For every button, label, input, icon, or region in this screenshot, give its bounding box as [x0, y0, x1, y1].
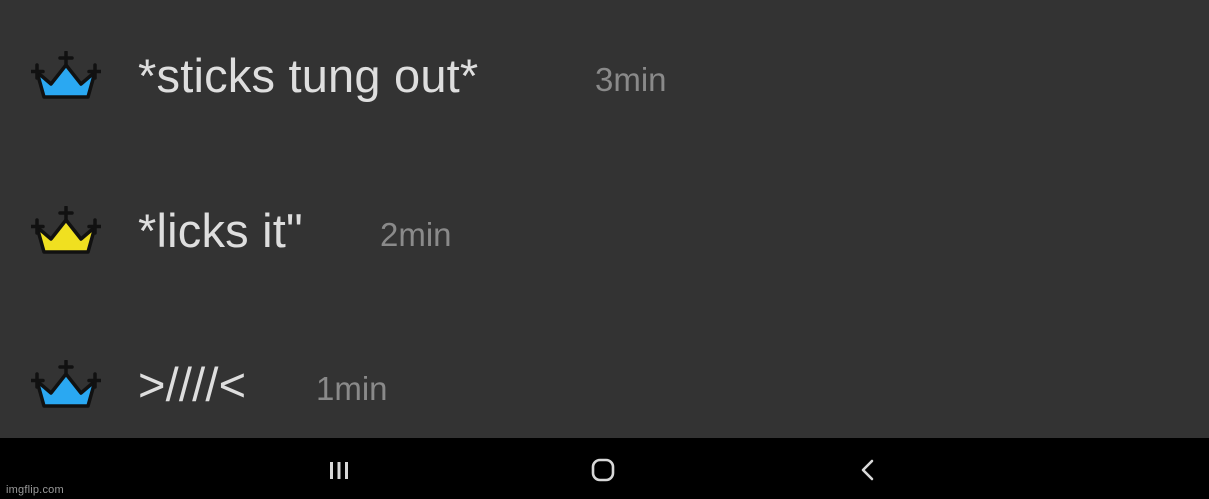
crown-icon	[31, 360, 101, 410]
screen: *sticks tung out* 3min *licks it" 2min >…	[0, 0, 1209, 499]
chat-message[interactable]: *sticks tung out* 3min	[0, 36, 1209, 116]
chat-message[interactable]: >////< 1min	[0, 345, 1209, 425]
chat-message[interactable]: *licks it" 2min	[0, 191, 1209, 271]
back-icon	[861, 459, 874, 481]
home-icon	[591, 458, 615, 482]
crown-icon	[31, 51, 101, 101]
message-timestamp: 2min	[380, 216, 452, 253]
back-button[interactable]	[846, 450, 890, 490]
message-timestamp: 1min	[316, 370, 388, 407]
chat-message-list: *sticks tung out* 3min *licks it" 2min >…	[0, 0, 1209, 438]
crown-icon	[31, 206, 101, 256]
system-navigation-bar	[0, 438, 1209, 499]
recents-button[interactable]	[317, 450, 361, 490]
message-text: *licks it"	[138, 204, 303, 257]
recents-icon	[330, 462, 348, 479]
message-text: *sticks tung out*	[138, 49, 479, 102]
home-button[interactable]	[581, 450, 625, 490]
imgflip-watermark: imgflip.com	[6, 484, 64, 496]
message-timestamp: 3min	[595, 61, 667, 98]
message-text: >////<	[138, 358, 247, 411]
